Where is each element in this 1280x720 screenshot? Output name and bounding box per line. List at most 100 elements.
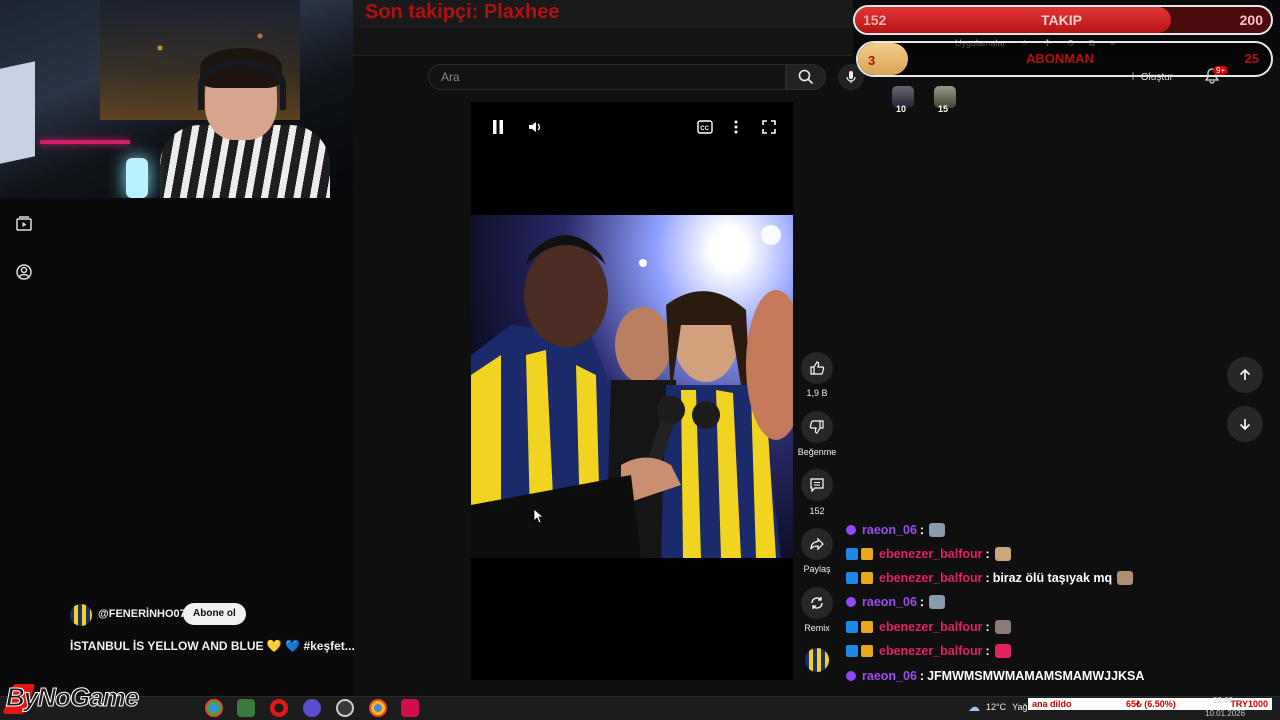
chat-message: raeon_06 : JFMWMSMWMAMAMSMAMWJJKSA [846, 666, 1144, 686]
mouse-cursor-icon [533, 508, 545, 524]
store-icon[interactable] [237, 699, 255, 717]
captions-icon[interactable]: CC [697, 120, 713, 134]
search-input[interactable]: Ara [428, 64, 786, 90]
chat-emote-icon [994, 620, 1011, 634]
channel-avatar[interactable] [70, 604, 92, 626]
ticker-mid: 65₺ (6.50%) [1126, 698, 1176, 709]
video-frame[interactable] [471, 215, 793, 558]
arrow-up-icon [1239, 368, 1251, 380]
sticker-item: 10 [892, 86, 914, 114]
sticker-count: 10 [896, 104, 907, 114]
chat-username[interactable]: ebenezer_balfour [879, 547, 983, 561]
discord-icon[interactable] [303, 699, 321, 717]
sub-goal-label: ABONMAN [1026, 51, 1094, 66]
chat-message: ebenezer_balfour : [846, 544, 1011, 564]
chat-message: ebenezer_balfour : [846, 617, 1011, 637]
share-button[interactable] [801, 528, 833, 560]
fullscreen-icon[interactable] [761, 119, 777, 135]
remix-label: Remix [804, 623, 830, 633]
follow-goal-target: 200 [1239, 12, 1263, 28]
create-button[interactable]: ＋ Oluştur [1128, 68, 1173, 83]
thumbs-up-icon [810, 361, 825, 375]
video-scene [471, 225, 793, 558]
like-count: 1,9 B [806, 388, 828, 398]
chat-badge-icon [846, 597, 856, 607]
chat-separator: : [985, 571, 990, 585]
chrome-profile-icon[interactable] [369, 699, 387, 717]
last-follower-bar: Son takipçi: Plaxhee [353, 0, 853, 28]
more-options-icon[interactable] [731, 119, 741, 135]
chat-emote-icon [929, 595, 946, 609]
chat-separator: : [919, 669, 925, 683]
chat-badge-icon [846, 525, 856, 535]
chat-separator: : [985, 620, 990, 634]
chat-message: ebenezer_balfour : biraz ölü taşıyak mq [846, 568, 1134, 588]
remix-icon [811, 597, 823, 609]
share-label: Paylaş [803, 564, 831, 574]
account-icon[interactable] [14, 262, 34, 282]
chat-username[interactable]: ebenezer_balfour [879, 571, 983, 585]
chat-badge-icon [861, 548, 873, 560]
pause-icon[interactable] [491, 119, 505, 135]
subscribe-button[interactable]: Abone ol [183, 603, 246, 625]
search-icon [798, 69, 814, 85]
chat-username[interactable]: raeon_06 [862, 595, 917, 609]
search-button[interactable] [786, 64, 826, 90]
chat-badge-icon [861, 621, 873, 633]
channel-name[interactable]: @FENERİNHO07 [98, 608, 186, 620]
volume-icon[interactable] [527, 119, 543, 135]
sound-avatar[interactable] [805, 648, 829, 672]
comment-icon [810, 478, 824, 493]
sub-goal-fill [858, 43, 908, 75]
chat-text: biraz ölü taşıyak mq [992, 571, 1113, 585]
chrome-icon[interactable] [205, 699, 223, 717]
app-icon[interactable] [401, 699, 419, 717]
cloud-rain-icon: ☁ [968, 700, 980, 714]
arrow-down-icon [1239, 419, 1251, 431]
dislike-button[interactable] [801, 411, 833, 443]
chat-emote-icon [994, 547, 1011, 561]
led-strip [40, 140, 130, 144]
remix-button[interactable] [801, 587, 833, 619]
comments-button[interactable] [801, 469, 833, 501]
follow-goal-label: TAKIP [1041, 12, 1082, 28]
sticker-count: 15 [938, 104, 949, 114]
chat-message: raeon_06 : [846, 592, 946, 612]
follow-goal-fill [855, 7, 1172, 33]
clock-date[interactable]: 10.01.2026 [1205, 709, 1245, 718]
like-button[interactable] [801, 352, 833, 384]
chat-emote-icon [994, 644, 1011, 658]
chat-badge-icon [846, 572, 858, 584]
previous-short-button[interactable] [1227, 357, 1263, 393]
follow-goal-current: 152 [863, 12, 887, 28]
svg-text:CC: CC [700, 126, 709, 132]
follow-goal-bar: 152 TAKIP 200 [853, 5, 1273, 35]
obs-icon[interactable] [336, 699, 354, 717]
chat-username[interactable]: raeon_06 [862, 669, 917, 683]
desk-lamp [126, 158, 148, 198]
monitor-screen [0, 61, 35, 164]
chat-emote-icon [929, 523, 946, 537]
create-label: Oluştur [1140, 72, 1174, 83]
next-short-button[interactable] [1227, 406, 1263, 442]
notification-badge: 9+ [1213, 66, 1229, 75]
chat-badge-icon [846, 621, 858, 633]
dislike-label: Beğenme [797, 447, 837, 457]
chat-username[interactable]: raeon_06 [862, 523, 917, 537]
opera-icon[interactable] [270, 699, 288, 717]
sub-goal-target: 25 [1244, 51, 1259, 66]
chat-badge-icon [846, 645, 858, 657]
chat-text: JFMWMSMWMAMAMSMAMWJJKSA [927, 669, 1145, 683]
chat-username[interactable]: ebenezer_balfour [879, 644, 983, 658]
headset [198, 60, 286, 110]
chat-username[interactable]: ebenezer_balfour [879, 620, 983, 634]
subscriptions-icon[interactable] [14, 214, 34, 234]
sticker-item: 15 [934, 86, 956, 114]
clock-time[interactable]: 22:09 [1213, 696, 1233, 705]
video-title[interactable]: İSTANBUL İS YELLOW AND BLUE 💛 💙 #keşfet.… [70, 639, 355, 653]
masthead-strip [353, 28, 853, 56]
comments-count: 152 [809, 506, 825, 516]
chat-emote-icon [1117, 571, 1134, 585]
chat-badge-icon [846, 671, 856, 681]
chat-separator: : [919, 595, 925, 609]
